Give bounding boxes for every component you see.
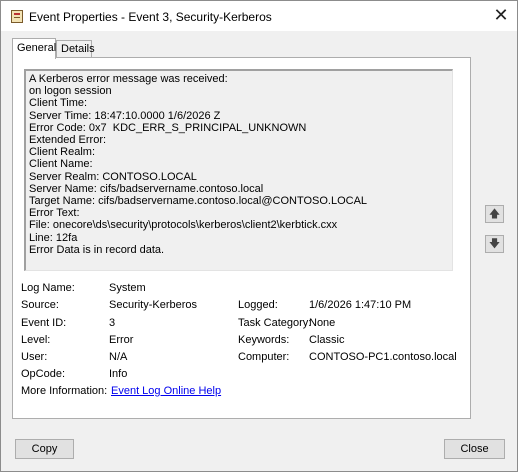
event-id-label: Event ID: [21,317,67,329]
task-category-value: None [309,317,336,329]
event-log-online-help-link[interactable]: Event Log Online Help [111,385,221,397]
close-button[interactable]: Close [444,439,505,459]
title-bar[interactable]: Event Properties - Event 3, Security-Ker… [1,1,517,31]
source-value: Security-Kerberos [109,299,198,311]
keywords-value: Classic [309,334,345,346]
next-event-button[interactable]: 🡇 [485,235,504,253]
opcode-label: OpCode: [21,368,66,380]
down-arrow-icon: 🡇 [488,238,501,250]
level-value: Error [109,334,134,346]
computer-label: Computer: [238,351,290,363]
user-value: N/A [109,351,128,363]
user-label: User: [21,351,48,363]
previous-event-button[interactable]: 🡅 [485,205,504,223]
level-label: Level: [21,334,51,346]
source-label: Source: [21,299,59,311]
tab-general[interactable]: General [12,38,56,59]
event-properties-window: Event Properties - Event 3, Security-Ker… [0,0,518,472]
computer-value: CONTOSO-PC1.contoso.local [309,351,457,363]
event-id-value: 3 [109,317,116,329]
log-name-label: Log Name: [21,282,75,294]
tab-details[interactable]: Details [56,40,95,58]
copy-button[interactable]: Copy [15,439,74,459]
general-tab-panel: A Kerberos error message was received: o… [12,57,471,419]
keywords-label: Keywords: [238,334,290,346]
event-description[interactable]: A Kerberos error message was received: o… [24,69,453,271]
more-information-label: More Information: [21,385,108,397]
task-category-label: Task Category: [238,317,312,329]
up-arrow-icon: 🡅 [488,208,501,220]
window-title: Event Properties - Event 3, Security-Ker… [29,10,272,24]
logged-value: 1/6/2026 1:47:10 PM [309,299,412,311]
log-name-value: System [109,282,146,294]
logged-label: Logged: [238,299,278,311]
opcode-value: Info [109,368,128,380]
event-viewer-icon [11,10,23,23]
close-icon[interactable]: ✕ [485,1,517,31]
